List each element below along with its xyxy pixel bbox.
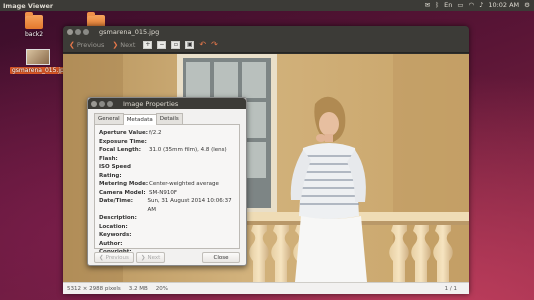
field-label: Description:: [99, 215, 137, 221]
next-button[interactable]: ❯ Next: [109, 39, 138, 51]
rotate-right-icon[interactable]: ↷: [211, 40, 218, 49]
field-label: Author:: [99, 240, 123, 247]
window-titlebar[interactable]: gsmarena_015.jpg: [63, 26, 469, 37]
field-value: Center-weighted average: [149, 181, 219, 187]
metadata-row: Keywords:: [99, 231, 239, 240]
image-thumbnail-icon: [26, 49, 50, 65]
close-window-icon[interactable]: [67, 28, 73, 35]
chevron-right-icon: ❯: [112, 40, 119, 49]
metadata-row: Aperture Value: f/2.2: [99, 129, 239, 138]
next-label: Next: [120, 40, 136, 49]
metadata-row: Focal Length: 31.0 (35mm film), 4.8 (lens…: [99, 146, 239, 155]
dialog-next-label: Next: [147, 254, 161, 261]
chevron-right-icon: ❯: [140, 254, 146, 261]
field-label: Location:: [99, 223, 128, 230]
field-value: SM-N910F: [149, 189, 177, 196]
desktop-icon-back2[interactable]: back2: [11, 12, 57, 38]
metadata-row: Description:: [99, 214, 239, 223]
file-size: 3.2 MB: [128, 285, 148, 292]
tab-metadata[interactable]: Metadata: [122, 114, 157, 125]
zoom-level: 20%: [155, 285, 168, 292]
close-dialog-icon[interactable]: [91, 100, 97, 107]
previous-button[interactable]: ❮ Previous: [66, 39, 107, 51]
system-tray: ✉ ᛒ En ▭ ◠ ♪ 10:02 AM ⚙: [425, 0, 534, 11]
field-label: Exposure Time:: [99, 138, 147, 145]
metadata-row: Exposure Time:: [99, 138, 239, 147]
mail-icon[interactable]: ✉: [425, 0, 430, 11]
dialog-tabs: General Metadata Details: [94, 113, 246, 125]
maximize-window-icon[interactable]: [83, 28, 89, 35]
maximize-dialog-icon[interactable]: [107, 100, 113, 107]
desktop-icon-image-file[interactable]: gsmarena_015.jpg: [10, 49, 70, 74]
metadata-row: Location:: [99, 223, 239, 232]
minimize-dialog-icon[interactable]: [99, 100, 105, 107]
dialog-close-button[interactable]: Close: [202, 252, 240, 263]
battery-icon[interactable]: ▭: [457, 0, 463, 11]
app-title: Image Viewer: [3, 1, 54, 10]
desktop-icon-label: back2: [24, 31, 44, 38]
page-counter: 1 / 1: [444, 285, 457, 292]
bluetooth-icon[interactable]: ᛒ: [435, 0, 439, 11]
window-title: gsmarena_015.jpg: [99, 27, 160, 36]
wifi-icon[interactable]: ◠: [468, 0, 474, 11]
settings-gear-icon[interactable]: ⚙: [524, 0, 530, 11]
clock[interactable]: 10:02 AM: [488, 0, 519, 11]
top-panel: Image Viewer ✉ ᛒ En ▭ ◠ ♪ 10:02 AM ⚙: [0, 0, 534, 11]
metadata-row: Metering Mode: Center-weighted average: [99, 180, 239, 189]
dialog-previous-button[interactable]: ❮ Previous: [94, 252, 134, 263]
field-label: Camera Model:: [99, 189, 146, 196]
field-label: Metering Mode:: [99, 181, 149, 187]
rotate-left-icon[interactable]: ↶: [199, 40, 206, 49]
dialog-buttons: ❮ Previous ❯ Next Close: [94, 252, 240, 263]
zoom-out-icon[interactable]: −: [157, 40, 167, 49]
metadata-row: Date/Time: Sun, 31 August 2014 10:06:37 A…: [99, 197, 239, 214]
keyboard-layout-indicator[interactable]: En: [444, 0, 452, 11]
chevron-left-icon: ❮: [99, 254, 104, 261]
metadata-row: Flash:: [99, 155, 239, 164]
dialog-previous-label: Previous: [105, 254, 129, 261]
metadata-panel: Aperture Value: f/2.2 Exposure Time: Foca…: [94, 124, 240, 255]
zoom-in-icon[interactable]: +: [143, 40, 153, 49]
image-properties-dialog: Image Properties General Metadata Detail…: [87, 97, 247, 266]
field-label: Focal Length:: [99, 147, 141, 153]
volume-icon[interactable]: ♪: [479, 0, 483, 11]
minimize-window-icon[interactable]: [75, 28, 81, 35]
normal-size-icon[interactable]: ▫: [171, 40, 181, 49]
desktop-icon-label: gsmarena_015.jpg: [10, 67, 70, 74]
dialog-nav: ❮ Previous ❯ Next: [94, 252, 166, 263]
status-bar: 5312 × 2988 pixels 3.2 MB 20% 1 / 1: [63, 282, 469, 294]
field-label: Aperture Value:: [99, 130, 148, 136]
field-value: f/2.2: [149, 130, 162, 136]
dialog-next-button[interactable]: ❯ Next: [135, 252, 166, 263]
field-label: Keywords:: [99, 232, 132, 238]
tab-details[interactable]: Details: [155, 113, 183, 124]
previous-label: Previous: [76, 40, 105, 49]
field-value: Sun, 31 August 2014 10:06:37 AM: [147, 198, 232, 213]
metadata-row: Camera Model: SM-N910F: [99, 189, 239, 198]
tab-general[interactable]: General: [94, 113, 124, 124]
chevron-left-icon: ❮: [69, 40, 75, 49]
viewer-toolbar: ❮ Previous ❯ Next + − ▫ ▣ ↶ ↷: [63, 37, 469, 53]
dialog-titlebar[interactable]: Image Properties: [88, 98, 246, 109]
folder-icon: [25, 12, 43, 29]
image-dimensions: 5312 × 2988 pixels: [67, 285, 121, 292]
metadata-row: ISO Speed Rating:: [99, 163, 239, 180]
field-label: Date/Time:: [99, 198, 133, 204]
metadata-row: Author:: [99, 240, 239, 249]
field-value: 31.0 (35mm film), 4.8 (lens): [149, 147, 227, 153]
dialog-title: Image Properties: [123, 99, 179, 108]
best-fit-icon[interactable]: ▣: [185, 40, 195, 49]
field-label: ISO Speed Rating:: [99, 164, 131, 179]
field-label: Flash:: [99, 155, 118, 162]
